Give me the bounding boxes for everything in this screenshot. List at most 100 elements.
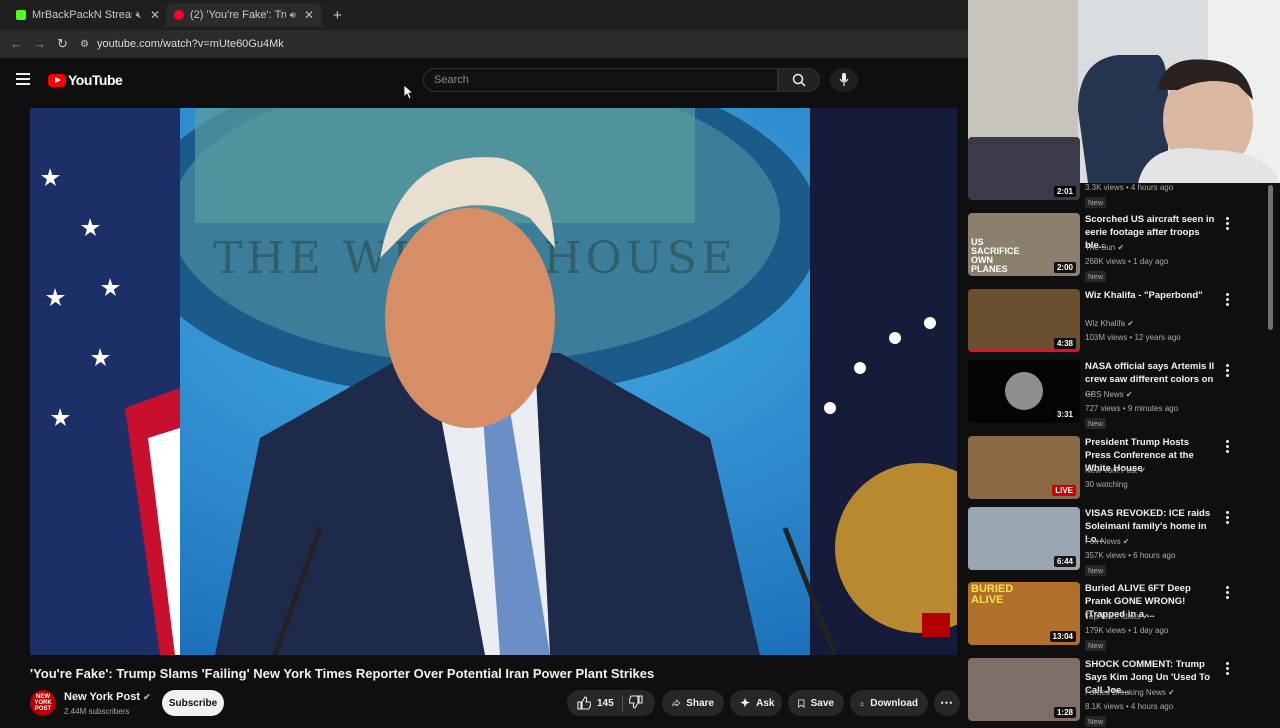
sparkle-icon: ✦ xyxy=(740,696,751,710)
video-thumbnail[interactable]: 4:38 xyxy=(968,289,1080,352)
view-count-and-age: 30 watching xyxy=(1085,480,1128,489)
search-placeholder: Search xyxy=(434,74,469,86)
more-actions-button[interactable]: ⋯ xyxy=(934,690,960,716)
browser-tab-2[interactable]: (2) 'You're Fake': Trump Sla 🔊︎ ✕ xyxy=(166,3,322,27)
close-tab-icon[interactable]: ✕ xyxy=(150,8,160,22)
view-count-and-age: 179K views • 1 day ago xyxy=(1085,626,1169,635)
youtube-header: YouTube Search xyxy=(0,58,968,106)
moon-image xyxy=(1005,372,1043,410)
recommended-channel-name[interactable]: Wiz Khalifa ✔ xyxy=(1085,319,1134,328)
recommended-video[interactable]: 2:01 3.3K views • 4 hours ago New xyxy=(968,137,1268,208)
video-frame: THE WHITE HOUSE xyxy=(30,108,957,655)
watched-progress-bar xyxy=(968,349,1080,352)
more-horizontal-icon: ⋯ xyxy=(940,695,954,710)
live-badge: LIVE xyxy=(1052,485,1076,496)
video-thumbnail[interactable]: US SACRIFICE OWN PLANES 2:00 xyxy=(968,213,1080,276)
recommended-video[interactable]: 1:28 SHOCK COMMENT: Trump Says Kim Jong U… xyxy=(968,658,1268,728)
site-info-icon[interactable]: ⚙ xyxy=(80,39,89,50)
dislike-button[interactable] xyxy=(628,694,643,712)
video-thumbnail[interactable]: 3:31 xyxy=(968,360,1080,423)
address-bar[interactable]: ⚙ youtube.com/watch?v=mUte60Gu4Mk xyxy=(80,35,960,53)
browser-tab-1[interactable]: MrBackPackN Stream - Wa 🔇︎ ✕ xyxy=(8,3,168,27)
close-tab-icon[interactable]: ✕ xyxy=(304,8,314,22)
subscriber-count: 2.44M subscribers xyxy=(64,707,130,716)
search-input[interactable]: Search xyxy=(423,68,778,92)
video-player[interactable]: THE WHITE HOUSE xyxy=(30,108,957,655)
video-thumbnail[interactable]: 1:28 xyxy=(968,658,1080,721)
download-label: Download xyxy=(870,697,918,709)
duration-badge: 2:01 xyxy=(1053,186,1076,197)
more-options-icon[interactable] xyxy=(1226,217,1230,232)
recommended-video[interactable]: LIVE President Trump Hosts Press Conferen… xyxy=(968,436,1268,506)
recommended-channel-name[interactable]: The Sun ✔ xyxy=(1085,243,1124,252)
like-count: 145 xyxy=(597,697,614,709)
thumbnail-text: BURIED ALIVE xyxy=(971,583,1014,606)
video-thumbnail[interactable]: 6:44 xyxy=(968,507,1080,570)
channel-avatar[interactable]: NEW YORK POST xyxy=(30,690,56,716)
like-button[interactable]: 145 xyxy=(577,696,614,710)
video-thumbnail[interactable]: 2:01 xyxy=(968,137,1080,200)
recommended-channel-name[interactable]: New York Post ✔ xyxy=(1085,466,1146,475)
recommended-video[interactable]: 3:31 NASA official says Artemis II crew s… xyxy=(968,360,1268,430)
scrollbar[interactable] xyxy=(1268,185,1273,330)
new-badge: New xyxy=(1085,418,1107,429)
divider xyxy=(621,695,623,711)
search-button[interactable] xyxy=(778,68,820,92)
voice-search-button[interactable] xyxy=(830,68,858,92)
youtube-play-icon xyxy=(48,73,66,87)
thumbnail-text: US SACRIFICE OWN PLANES xyxy=(971,237,1020,274)
more-options-icon[interactable] xyxy=(1226,440,1230,455)
save-button[interactable]: Save xyxy=(788,690,844,716)
microphone-icon xyxy=(839,73,849,86)
video-thumbnail[interactable]: LIVE xyxy=(968,436,1080,499)
view-count-and-age: 357K views • 6 hours ago xyxy=(1085,551,1176,560)
recommended-channel-name[interactable]: Fox News ✔ xyxy=(1085,537,1130,546)
save-label: Save xyxy=(810,697,834,709)
browser-tab-bar: MrBackPackN Stream - Wa 🔇︎ ✕ (2) 'You're… xyxy=(0,0,968,30)
recommended-video[interactable]: US SACRIFICE OWN PLANES 2:00 Scorched US a… xyxy=(968,213,1268,283)
recommended-video-title[interactable]: Wiz Khalifa - "Paperbond" xyxy=(1085,289,1215,302)
youtube-logo[interactable]: YouTube xyxy=(48,72,123,88)
download-icon xyxy=(860,701,864,706)
more-options-icon[interactable] xyxy=(1226,364,1230,379)
new-tab-button[interactable]: + xyxy=(325,3,350,27)
recommended-video[interactable]: 4:38 Wiz Khalifa - "Paperbond" Wiz Khalifa… xyxy=(968,289,1268,359)
channel-name[interactable]: New York Post ✔ xyxy=(64,691,151,703)
view-count-and-age: 268K views • 1 day ago xyxy=(1085,257,1169,266)
tab-title: (2) 'You're Fake': Trump Sla xyxy=(190,9,286,21)
share-button[interactable]: Share xyxy=(662,690,724,716)
kick-favicon-icon xyxy=(16,10,26,20)
subscribe-button[interactable]: Subscribe xyxy=(162,690,224,716)
more-options-icon[interactable] xyxy=(1226,293,1230,308)
new-badge: New xyxy=(1085,716,1107,727)
back-icon[interactable]: ← xyxy=(10,36,23,51)
forward-icon[interactable]: → xyxy=(33,36,46,51)
view-count-and-age: 8.1K views • 4 hours ago xyxy=(1085,702,1174,711)
duration-badge: 6:44 xyxy=(1053,556,1076,567)
recommended-channel-name[interactable]: CBS News ✔ xyxy=(1085,390,1133,399)
reload-icon[interactable]: ↻ xyxy=(57,36,68,52)
duration-badge: 1:28 xyxy=(1053,707,1076,718)
share-arrow-icon xyxy=(672,699,681,707)
tab-title: MrBackPackN Stream - Wa xyxy=(32,9,132,21)
url-text: youtube.com/watch?v=mUte60Gu4Mk xyxy=(96,38,284,50)
speaker-icon[interactable]: 🔊︎ xyxy=(290,10,296,21)
duration-badge: 13:04 xyxy=(1049,631,1076,642)
like-dislike-group: 145 xyxy=(567,690,655,716)
recommended-channel-name[interactable]: Forbes Breaking News ✔ xyxy=(1085,688,1175,697)
more-options-icon[interactable] xyxy=(1226,586,1230,601)
more-options-icon[interactable] xyxy=(1226,662,1230,677)
video-thumbnail[interactable]: BURIED ALIVE 13:04 xyxy=(968,582,1080,645)
muted-speaker-icon[interactable]: 🔇︎ xyxy=(136,10,142,21)
more-options-icon[interactable] xyxy=(1226,511,1230,526)
recommended-channel-name[interactable]: TopNotch Idiots ✔ xyxy=(1085,612,1149,621)
view-count-and-age: 3.3K views • 4 hours ago xyxy=(1085,183,1174,192)
avatar-text: NEW YORK POST xyxy=(34,694,52,712)
download-button[interactable]: Download xyxy=(850,690,928,716)
new-badge: New xyxy=(1085,197,1107,208)
ask-button[interactable]: ✦ Ask xyxy=(730,690,782,716)
hamburger-menu-icon[interactable] xyxy=(16,73,30,88)
view-count-and-age: 727 views • 9 minutes ago xyxy=(1085,404,1179,413)
recommended-video[interactable]: 6:44 VISAS REVOKED: ICE raids Soleimani f… xyxy=(968,507,1268,577)
recommended-video[interactable]: BURIED ALIVE 13:04 Buried ALIVE 6FT Deep P… xyxy=(968,582,1268,652)
